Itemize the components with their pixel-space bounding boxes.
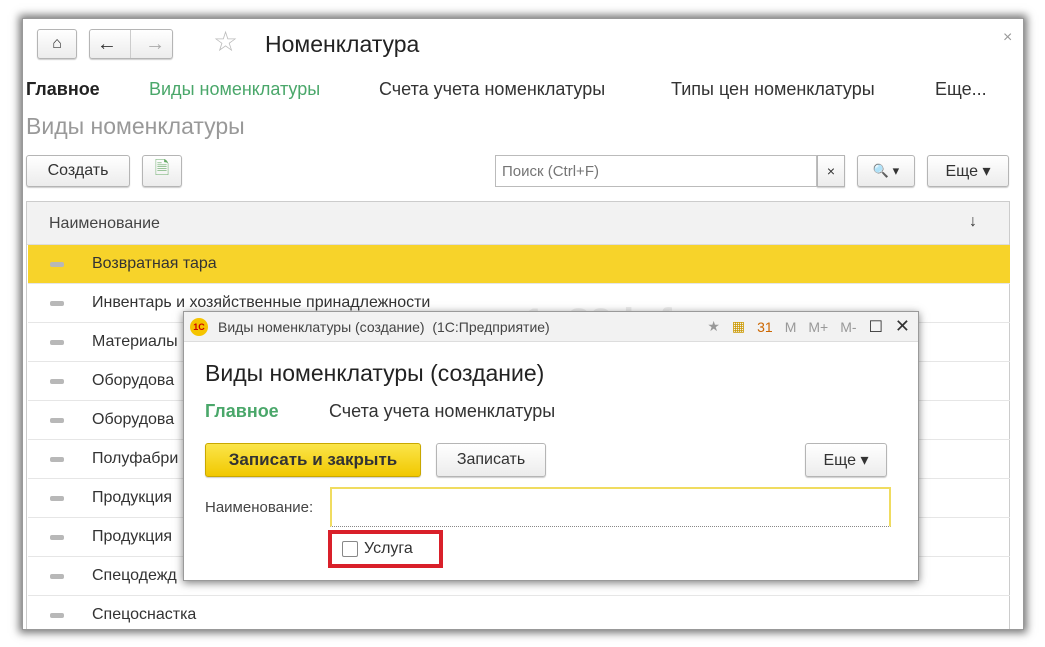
row-name: Продукция xyxy=(92,489,173,506)
table-row[interactable]: Возвратная тара xyxy=(28,245,1010,284)
search-clear-button[interactable]: × xyxy=(817,155,845,187)
tab-item-kinds[interactable]: Виды номенклатуры xyxy=(149,79,320,100)
tab-more[interactable]: Еще... xyxy=(935,79,987,100)
column-name[interactable]: Наименование xyxy=(49,215,160,233)
dialog-window-title: Виды номенклатуры (создание) (1С:Предпри… xyxy=(218,318,550,335)
forward-icon[interactable]: → xyxy=(145,33,165,56)
item-icon xyxy=(50,261,64,267)
item-icon xyxy=(50,534,64,540)
tab-main[interactable]: Главное xyxy=(26,79,100,100)
row-name: Спецодежд xyxy=(92,567,177,584)
list-header[interactable]: Наименование ↓ xyxy=(27,202,1009,245)
close-icon[interactable]: ✕ xyxy=(895,316,910,337)
memory-icon[interactable]: M xyxy=(785,319,797,335)
tab-accounts[interactable]: Счета учета номенклатуры xyxy=(379,79,605,100)
calculator-icon[interactable]: ▦ xyxy=(732,318,745,335)
document-add-icon: 🗎 xyxy=(154,158,170,178)
tab-price-types[interactable]: Типы цен номенклатуры xyxy=(671,79,875,100)
item-icon xyxy=(50,456,64,462)
dialog-more-button[interactable]: Еще ▾ xyxy=(805,443,887,477)
name-input[interactable] xyxy=(330,487,891,527)
dialog-tab-accounts[interactable]: Счета учета номенклатуры xyxy=(329,401,555,422)
service-label[interactable]: Услуга xyxy=(364,540,413,558)
search-input[interactable] xyxy=(495,155,817,187)
save-button[interactable]: Записать xyxy=(436,443,546,477)
create-button[interactable]: Создать xyxy=(26,155,130,187)
1c-logo-icon: 1С xyxy=(190,317,208,336)
create-dialog: 1С Виды номенклатуры (создание) (1С:Пред… xyxy=(183,311,919,581)
dialog-heading: Виды номенклатуры (создание) xyxy=(205,360,545,386)
row-name: Возвратная тара xyxy=(92,255,217,272)
row-name: Продукция xyxy=(92,528,173,545)
memory-plus-icon[interactable]: M+ xyxy=(808,319,828,335)
home-button[interactable]: ⌂ xyxy=(37,29,77,59)
dialog-tab-main[interactable]: Главное xyxy=(205,401,279,422)
item-icon xyxy=(50,612,64,618)
close-icon[interactable]: × xyxy=(1003,29,1012,47)
section-title: Виды номенклатуры xyxy=(26,113,245,139)
item-icon xyxy=(50,417,64,423)
item-icon xyxy=(50,300,64,306)
memory-minus-icon[interactable]: M- xyxy=(840,319,856,335)
service-checkbox[interactable] xyxy=(342,541,358,557)
maximize-icon[interactable]: ☐ xyxy=(869,317,883,337)
item-icon xyxy=(50,495,64,501)
star-icon[interactable]: ☆ xyxy=(213,25,238,58)
row-name: Полуфабри xyxy=(92,450,179,467)
row-name: Спецоснастка xyxy=(92,606,197,623)
back-icon[interactable]: ← xyxy=(97,33,117,56)
item-icon xyxy=(50,339,64,345)
table-row[interactable]: Спецоснастка xyxy=(28,596,1010,629)
save-close-button[interactable]: Записать и закрыть xyxy=(205,443,421,477)
window-title: Номенклатура xyxy=(265,31,420,57)
copy-add-button[interactable]: 🗎 xyxy=(142,155,182,187)
home-icon: ⌂ xyxy=(52,35,62,52)
service-highlight: Услуга xyxy=(328,530,443,568)
favorite-icon[interactable]: ★ xyxy=(707,318,720,335)
item-icon xyxy=(50,573,64,579)
calendar-icon[interactable]: 31 xyxy=(757,319,773,335)
nav-buttons: ← → xyxy=(89,29,173,59)
sort-icon[interactable]: ↓ xyxy=(969,213,977,231)
more-button[interactable]: Еще ▾ xyxy=(927,155,1009,187)
row-name: Оборудова xyxy=(92,372,175,389)
item-icon xyxy=(50,378,64,384)
search-button[interactable]: 🔍 ▾ xyxy=(857,155,915,187)
name-label: Наименование: xyxy=(205,499,314,516)
dialog-titlebar: 1С Виды номенклатуры (создание) (1С:Пред… xyxy=(184,312,918,342)
row-name: Материалы xyxy=(92,333,178,350)
row-name: Инвентарь и хозяйственные принадлежности xyxy=(92,294,431,311)
row-name: Оборудова xyxy=(92,411,175,428)
